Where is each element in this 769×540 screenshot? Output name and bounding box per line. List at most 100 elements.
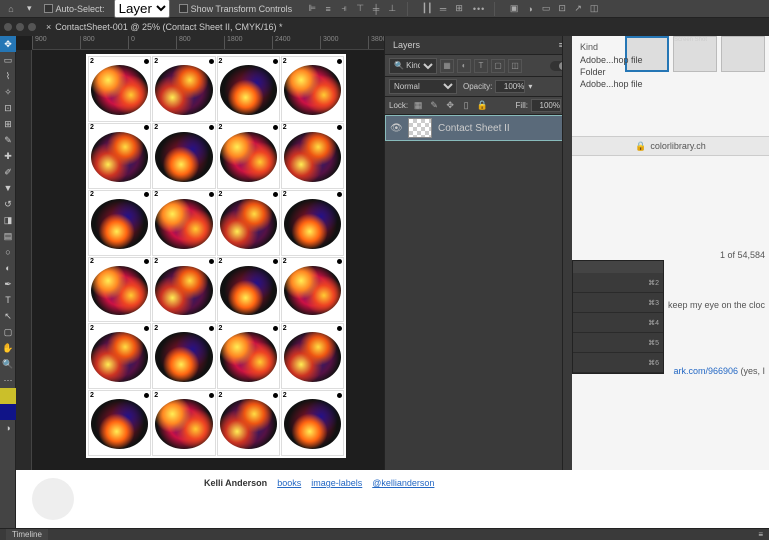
blend-mode[interactable]: Normal	[389, 79, 457, 94]
lock-all-icon[interactable]: 🔒	[476, 100, 488, 112]
layer-list[interactable]: 👁 Contact Sheet II	[385, 115, 572, 510]
layer-label: Contact Sheet II	[438, 123, 510, 134]
filter-pixel-icon[interactable]: ▦	[440, 59, 454, 73]
dist-h-icon[interactable]: ┃┃	[420, 2, 434, 16]
dist-v-icon[interactable]: ═	[436, 2, 450, 16]
home-icon[interactable]: ⌂	[4, 2, 18, 16]
link[interactable]: books	[277, 478, 301, 488]
contact-sheet-cell: 2	[217, 390, 280, 456]
pen-tool[interactable]: ✒	[0, 276, 16, 292]
canvas[interactable]: 90080008001800240030003800 2222222222222…	[16, 36, 384, 528]
layer-select[interactable]: Layer	[114, 0, 170, 18]
lasso-tool[interactable]: ⌇	[0, 68, 16, 84]
frame-tool[interactable]: ⊞	[0, 116, 16, 132]
filter-shape-icon[interactable]: ▢	[491, 59, 505, 73]
fg-color[interactable]	[0, 388, 16, 404]
show-transform[interactable]: Show Transform Controls	[176, 3, 296, 15]
dist-icon[interactable]: ⊞	[452, 2, 466, 16]
align-center-icon[interactable]: ≡	[321, 2, 335, 16]
filter-adjust-icon[interactable]: ◐	[457, 59, 471, 73]
collapsed-dock[interactable]	[562, 36, 572, 470]
contact-sheet-cell: 2	[281, 390, 344, 456]
lock-trans-icon[interactable]: ▦	[412, 100, 424, 112]
history-row[interactable]: ⌘4	[573, 313, 663, 333]
marquee-tool[interactable]: ▭	[0, 52, 16, 68]
layers-tab[interactable]: Layers≡	[385, 36, 572, 55]
ruler-horizontal: 90080008001800240030003800	[32, 36, 384, 50]
eyedropper-tool[interactable]: ✎	[0, 132, 16, 148]
contact-sheet-cell: 2	[152, 190, 215, 256]
align-top-icon[interactable]: ⊤	[353, 2, 367, 16]
heal-tool[interactable]: ✚	[0, 148, 16, 164]
document-title[interactable]: ContactSheet-001 @ 25% (Contact Sheet II…	[55, 22, 282, 32]
panel-menu-icon[interactable]: ≡	[758, 530, 763, 539]
path-tool[interactable]: ↖	[0, 308, 16, 324]
more-icon[interactable]: •••	[472, 2, 486, 16]
doc-tab-close[interactable]: ×	[46, 22, 51, 32]
contact-sheet-cell: 2	[88, 56, 151, 122]
browser-tab[interactable]: 🔒colorlibrary.ch	[572, 136, 769, 156]
panels-dock: Layers≡ 🔍 Kind ▦ ◐ T ▢ ◫ Normal Opacity:…	[384, 36, 572, 528]
background-webpage: Kelli Anderson books image-labels @kelli…	[16, 470, 769, 528]
artboard-icon[interactable]: ⊡	[555, 2, 569, 16]
contact-sheet-cell: 2	[88, 390, 151, 456]
layer-row[interactable]: 👁 Contact Sheet II	[385, 115, 572, 141]
move-tool[interactable]: ✥	[0, 36, 16, 52]
mask-icon[interactable]: ◑	[523, 2, 537, 16]
zoom-tool[interactable]: 🔍	[0, 356, 16, 372]
auto-select[interactable]: Auto-Select:	[41, 3, 108, 15]
lock-paint-icon[interactable]: ✎	[428, 100, 440, 112]
finder-column: Kind Adobe...hop file Folder Adobe...hop…	[572, 36, 769, 94]
quickmask[interactable]: ◑	[0, 420, 16, 436]
filter-type-icon[interactable]: T	[474, 59, 488, 73]
list-item[interactable]: Folder	[578, 66, 763, 78]
type-tool[interactable]: T	[0, 292, 16, 308]
align-bot-icon[interactable]: ⊥	[385, 2, 399, 16]
timeline-tab[interactable]: Timeline	[6, 529, 48, 540]
history-row[interactable]: ⌘5	[573, 333, 663, 353]
opacity-input[interactable]	[495, 80, 525, 93]
gradient-tool[interactable]: ▤	[0, 228, 16, 244]
filter-smart-icon[interactable]: ◫	[508, 59, 522, 73]
brush-tool[interactable]: ✐	[0, 164, 16, 180]
lock-pos-icon[interactable]: ✥	[444, 100, 456, 112]
align-right-icon[interactable]: ⫣	[337, 2, 351, 16]
share-icon[interactable]: ↗	[571, 2, 585, 16]
contact-sheet-cell: 2	[152, 323, 215, 389]
visibility-icon[interactable]: 👁	[390, 123, 402, 134]
history-row[interactable]: ⌘2	[573, 273, 663, 293]
crop-tool[interactable]: ⊡	[0, 100, 16, 116]
layer-thumbnail[interactable]	[408, 118, 432, 138]
eraser-tool[interactable]: ◨	[0, 212, 16, 228]
author-name: Kelli Anderson	[204, 478, 267, 488]
history-row[interactable]: ⌘3	[573, 293, 663, 313]
hand-tool[interactable]: ✋	[0, 340, 16, 356]
filter-kind[interactable]: 🔍 Kind	[389, 58, 437, 74]
edit-toolbar[interactable]: ⋯	[0, 372, 16, 388]
history-row[interactable]: ⌘6	[573, 353, 663, 373]
align-left-icon[interactable]: ⊫	[305, 2, 319, 16]
dodge-tool[interactable]: ◐	[0, 260, 16, 276]
ruler-vertical	[16, 50, 32, 510]
stamp-tool[interactable]: ▼	[0, 180, 16, 196]
lock-icon: 🔒	[635, 141, 646, 152]
bg-color[interactable]	[0, 404, 16, 420]
lock-nest-icon[interactable]: ▯	[460, 100, 472, 112]
fill-input[interactable]	[531, 99, 561, 112]
link[interactable]: @kellianderson	[372, 478, 434, 488]
blur-tool[interactable]: ○	[0, 244, 16, 260]
options-bar: ⌂ ▾ Auto-Select: Layer Show Transform Co…	[0, 0, 769, 18]
frame-icon[interactable]: ▭	[539, 2, 553, 16]
wand-tool[interactable]: ✧	[0, 84, 16, 100]
history-tool[interactable]: ↺	[0, 196, 16, 212]
list-item[interactable]: Adobe...hop file	[578, 54, 763, 66]
collapsed-panel[interactable]: ⌘2 ⌘3 ⌘4 ⌘5 ⌘6	[572, 260, 664, 374]
cloud-icon[interactable]: ◫	[587, 2, 601, 16]
timeline-panel[interactable]: Timeline ≡	[0, 528, 769, 540]
list-item[interactable]: Adobe...hop file	[578, 78, 763, 90]
contact-sheet-cell: 2	[217, 257, 280, 323]
align-mid-icon[interactable]: ╪	[369, 2, 383, 16]
3d-icon[interactable]: ▣	[507, 2, 521, 16]
link[interactable]: image-labels	[311, 478, 362, 488]
shape-tool[interactable]: ▢	[0, 324, 16, 340]
